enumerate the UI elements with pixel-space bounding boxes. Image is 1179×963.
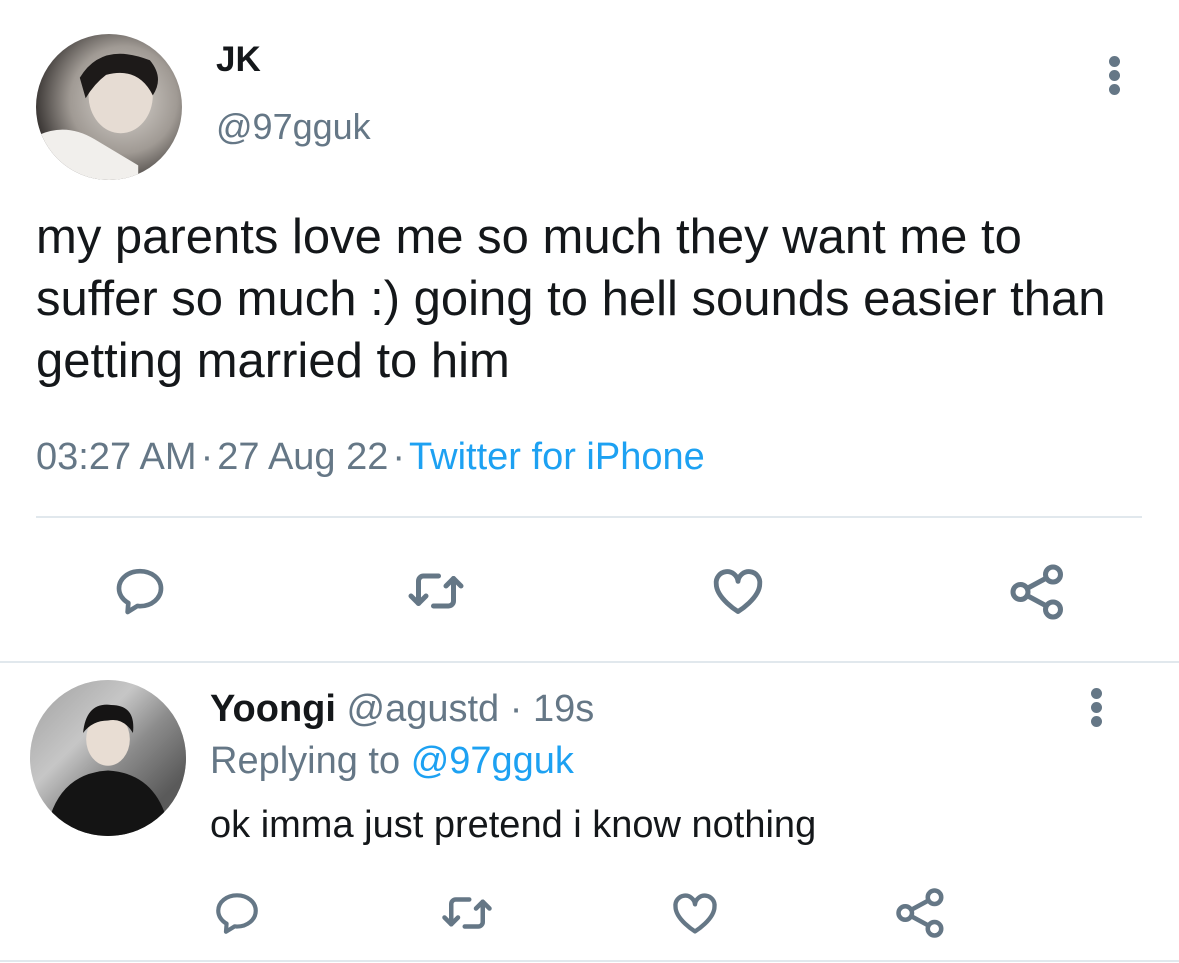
reply-icon[interactable] — [212, 888, 262, 938]
divider — [0, 960, 1179, 962]
reply-icon[interactable] — [112, 563, 168, 619]
avatar-photo — [30, 680, 186, 836]
avatar[interactable] — [36, 34, 182, 180]
like-icon[interactable] — [668, 887, 722, 939]
share-icon[interactable] — [894, 886, 948, 940]
divider — [0, 661, 1179, 663]
meta-separator: · — [509, 688, 523, 730]
tweet-time: 03:27 AM — [36, 436, 197, 478]
avatar-photo — [36, 53, 158, 180]
tweet-meta: 03:27 AM · 27 Aug 22 · Twitter for iPhone — [36, 436, 705, 479]
retweet-icon[interactable] — [440, 886, 494, 940]
more-vertical-icon[interactable] — [1082, 684, 1112, 730]
user-handle[interactable]: @agustd — [347, 688, 500, 730]
tweet-date: 27 Aug 22 — [217, 436, 389, 478]
replying-to: Replying to @97gguk — [210, 740, 574, 783]
replying-prefix: Replying to — [210, 740, 401, 782]
avatar[interactable] — [30, 680, 186, 836]
replying-handle-link[interactable]: @97gguk — [411, 740, 574, 782]
reply-age: 19s — [532, 688, 595, 730]
tweet-text: my parents love me so much they want me … — [36, 210, 1106, 388]
tweet-source-link[interactable]: Twitter for iPhone — [409, 436, 705, 478]
display-name[interactable]: JK — [216, 40, 261, 80]
reply-text: ok imma just pretend i know nothing — [210, 804, 817, 846]
user-handle[interactable]: @97gguk — [216, 106, 371, 148]
like-icon[interactable] — [708, 562, 768, 620]
display-name[interactable]: Yoongi — [210, 688, 336, 730]
reply-header: Yoongi @agustd · 19s — [210, 688, 594, 731]
retweet-icon[interactable] — [406, 561, 466, 621]
meta-separator: · — [392, 436, 406, 478]
share-icon[interactable] — [1008, 562, 1068, 622]
more-vertical-icon[interactable] — [1100, 52, 1130, 98]
meta-separator: · — [200, 436, 214, 478]
divider — [36, 516, 1142, 518]
